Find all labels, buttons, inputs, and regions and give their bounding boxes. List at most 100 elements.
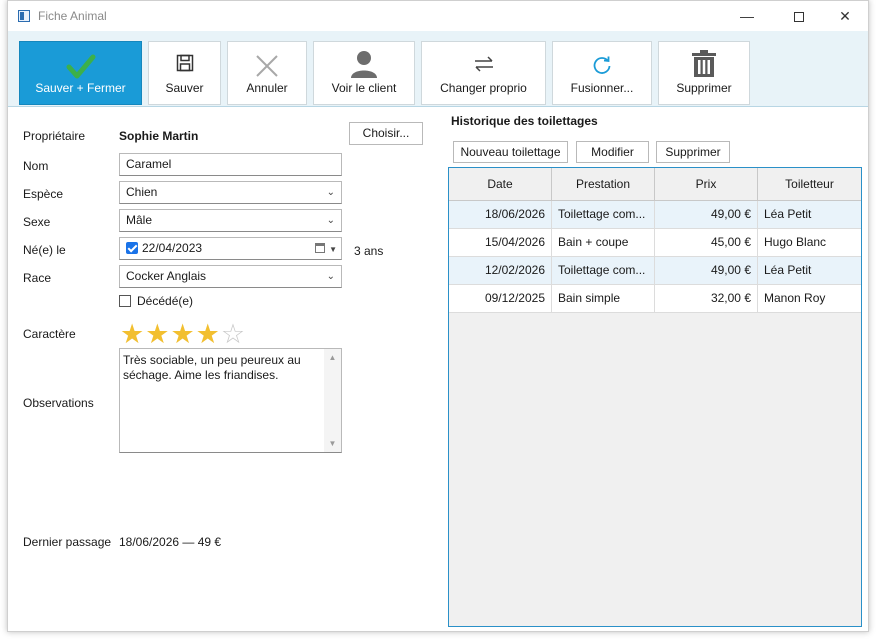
view-client-button[interactable]: Voir le client	[313, 41, 415, 105]
star-icon[interactable]: ★	[145, 320, 170, 348]
age-value: 3 ans	[354, 244, 384, 258]
character-rating[interactable]: ★★★★☆	[120, 320, 246, 348]
history-title: Historique des toilettages	[451, 114, 598, 128]
maximize-button[interactable]	[776, 1, 822, 31]
last-visit-value: 18/06/2026 — 49 €	[119, 535, 222, 549]
cell-groomer: Manon Roy	[764, 291, 826, 305]
column-header-groomer[interactable]: Toiletteur	[758, 168, 861, 200]
save-button[interactable]: Sauver	[148, 41, 221, 105]
breed-value: Cocker Anglais	[126, 269, 207, 283]
refresh-icon	[593, 56, 611, 74]
sex-label: Sexe	[23, 215, 51, 229]
vertical-scrollbar[interactable]: ▲ ▼	[324, 349, 341, 452]
checkbox-box	[119, 294, 131, 307]
save-close-label: Sauver + Fermer	[35, 81, 126, 95]
cell-service: Bain simple	[552, 285, 655, 312]
table-row[interactable]: 12/02/2026 Toilettage com... 49,00 € Léa…	[449, 257, 861, 285]
caret-down-icon[interactable]: ▼	[329, 239, 337, 260]
delete-button[interactable]: Supprimer	[658, 41, 750, 105]
cell-price: 45,00 €	[655, 229, 758, 256]
table-row[interactable]: 15/04/2026 Bain + coupe 45,00 € Hugo Bla…	[449, 229, 861, 257]
chevron-down-icon: ⌄	[326, 271, 335, 282]
cell-price: 32,00 €	[655, 285, 758, 312]
observations-textarea[interactable]: Très sociable, un peu peureux au séchage…	[119, 348, 342, 453]
grooming-history-table[interactable]: Date Prestation Prix Toiletteur 18/06/20…	[448, 167, 862, 627]
column-header-date[interactable]: Date	[449, 168, 552, 200]
cell-service: Toilettage com...	[552, 257, 655, 284]
merge-label: Fusionner...	[570, 81, 634, 95]
table-row[interactable]: 18/06/2026 Toilettage com... 49,00 € Léa…	[449, 201, 861, 229]
change-owner-button[interactable]: Changer proprio	[421, 41, 546, 105]
new-grooming-button[interactable]: Nouveau toilettage	[453, 141, 568, 163]
cell-service: Bain + coupe	[552, 229, 655, 256]
name-value: Caramel	[126, 157, 172, 171]
choose-owner-button[interactable]: Choisir...	[349, 122, 423, 145]
minimize-button[interactable]: —	[724, 1, 770, 31]
table-row[interactable]: 09/12/2025 Bain simple 32,00 € Manon Roy	[449, 285, 861, 313]
species-label: Espèce	[23, 187, 64, 201]
owner-name: Sophie Martin	[119, 129, 199, 143]
observations-label: Observations	[23, 396, 94, 410]
cancel-button[interactable]: Annuler	[227, 41, 307, 105]
star-icon[interactable]: ★	[120, 320, 145, 348]
star-icon[interactable]: ☆	[221, 320, 246, 348]
sex-select[interactable]: Mâle ⌄	[119, 209, 342, 232]
save-label: Sauver	[165, 81, 204, 95]
name-label: Nom	[23, 159, 49, 173]
minimize-icon: —	[740, 8, 754, 24]
view-client-label: Voir le client	[331, 81, 397, 95]
scroll-up-icon[interactable]: ▲	[324, 353, 341, 362]
birth-date-picker[interactable]: 22/04/2023 ▼	[119, 237, 342, 260]
species-value: Chien	[126, 185, 158, 199]
breed-select[interactable]: Cocker Anglais ⌄	[119, 265, 342, 288]
scroll-down-icon[interactable]: ▼	[324, 439, 341, 448]
trash-icon	[692, 50, 716, 77]
cell-price: 49,00 €	[655, 257, 758, 284]
name-field[interactable]: Caramel	[119, 153, 342, 176]
change-owner-label: Changer proprio	[440, 81, 527, 95]
merge-button[interactable]: Fusionner...	[552, 41, 652, 105]
delete-label: Supprimer	[676, 81, 732, 95]
window-title: Fiche Animal	[38, 9, 107, 23]
deceased-label: Décédé(e)	[137, 294, 194, 308]
cancel-label: Annuler	[246, 81, 288, 95]
floppy-disk-icon	[176, 54, 193, 72]
cell-date: 18/06/2026	[449, 201, 552, 228]
table-header: Date Prestation Prix Toiletteur	[449, 168, 861, 201]
cell-groomer: Léa Petit	[764, 263, 812, 277]
save-close-button[interactable]: Sauver + Fermer	[19, 41, 142, 105]
calendar-icon[interactable]	[315, 243, 325, 253]
cell-date: 09/12/2025	[449, 285, 552, 312]
star-icon[interactable]: ★	[170, 320, 195, 348]
cell-date: 15/04/2026	[449, 229, 552, 256]
fiche-animal-window: Fiche Animal — ✕ Sauver + Fermer Sauver …	[7, 0, 869, 632]
close-icon: ✕	[839, 8, 851, 24]
deceased-checkbox[interactable]: Décédé(e)	[119, 294, 193, 308]
chevron-down-icon: ⌄	[326, 187, 335, 198]
title-bar: Fiche Animal — ✕	[8, 1, 868, 31]
edit-grooming-button[interactable]: Modifier	[576, 141, 649, 163]
person-icon	[351, 51, 377, 78]
swap-arrows-icon	[474, 56, 493, 72]
toolbar: Sauver + Fermer Sauver Annuler Voir le c…	[8, 31, 868, 107]
sex-value: Mâle	[126, 213, 153, 227]
cancel-x-icon	[256, 55, 278, 77]
cell-price: 49,00 €	[655, 201, 758, 228]
cell-groomer: Léa Petit	[764, 207, 812, 221]
date-enabled-checkbox[interactable]	[126, 241, 138, 254]
app-icon	[18, 10, 30, 22]
birth-date-value: 22/04/2023	[142, 241, 203, 255]
last-visit-label: Dernier passage	[23, 535, 112, 549]
cell-date: 12/02/2026	[449, 257, 552, 284]
column-header-service[interactable]: Prestation	[552, 168, 655, 200]
column-header-price[interactable]: Prix	[655, 168, 758, 200]
species-select[interactable]: Chien ⌄	[119, 181, 342, 204]
star-icon[interactable]: ★	[196, 320, 221, 348]
close-button[interactable]: ✕	[822, 1, 868, 31]
cell-groomer: Hugo Blanc	[764, 235, 827, 249]
checkmark-icon	[66, 54, 95, 79]
birth-label: Né(e) le	[23, 243, 66, 257]
cell-service: Toilettage com...	[552, 201, 655, 228]
chevron-down-icon: ⌄	[326, 215, 335, 226]
delete-grooming-button[interactable]: Supprimer	[656, 141, 730, 163]
